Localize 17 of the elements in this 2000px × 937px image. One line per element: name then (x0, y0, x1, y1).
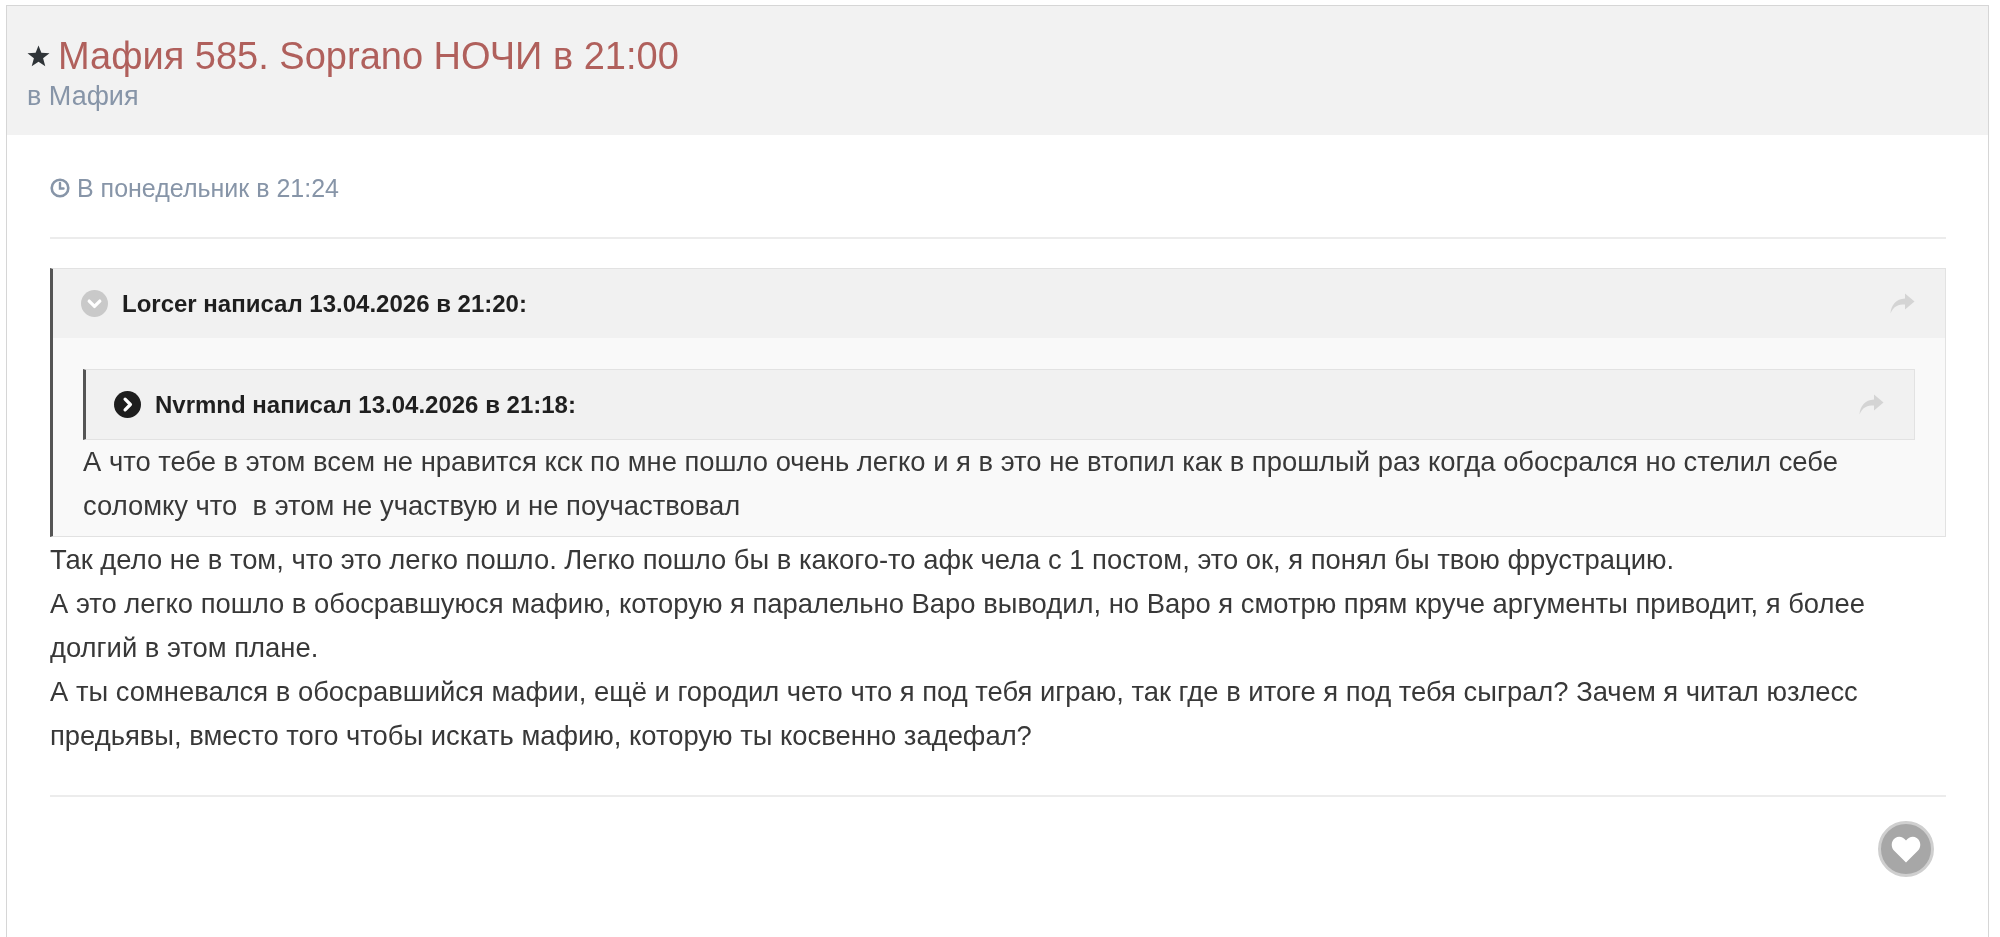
post-text: А это легко пошло в обосравшуюся мафию, которую я паралельно Варо выводил, но Варо я смотрю прям круче аргументы приводит, я более долгий в этом плане. (50, 587, 1866, 665)
heart-icon (1891, 835, 1921, 863)
quote-author-text: Lorcer написал 13.04.2026 в 21:20: (122, 289, 527, 318)
quote-text: А что тебе в этом всем не нравится кск по мне пошло очень легко и я в это не втопил как в прошлый раз когда обосрался но стелил себе соломку что в этом не участвую и не поучаствовал (83, 445, 1839, 523)
star-icon (27, 45, 50, 67)
post-date: В понедельник в 21:24 (77, 173, 339, 203)
post-text: Так дело не в том, что это легко пошло. Легко пошло бы в какого-то афк чела с 1 постом, это ок, я понял бы твою фрустрацию. (50, 543, 1676, 577)
like-button[interactable] (1878, 821, 1934, 877)
quote-author-text: Nvrmnd написал 13.04.2026 в 21:18: (155, 390, 576, 419)
curved-arrow-icon[interactable] (1890, 293, 1915, 314)
thread-title: Мафия 585. Soprano НОЧИ в 21:00 (58, 34, 679, 79)
clock-icon (50, 178, 70, 198)
chevron-down-icon[interactable] (81, 290, 108, 317)
forum-link[interactable]: в Мафия (27, 79, 139, 113)
post-text: А ты сомневался в обосравшийся мафии, ещё и городил чето что я под тебя играю, так где в итоге я под тебя сыграл? Зачем я читал юзлесс предьявы, вместо того чтобы искать мафию, которую ты косвенно задефал? (50, 675, 1859, 753)
curved-arrow-icon[interactable] (1859, 394, 1884, 415)
chevron-right-icon[interactable] (114, 391, 141, 418)
